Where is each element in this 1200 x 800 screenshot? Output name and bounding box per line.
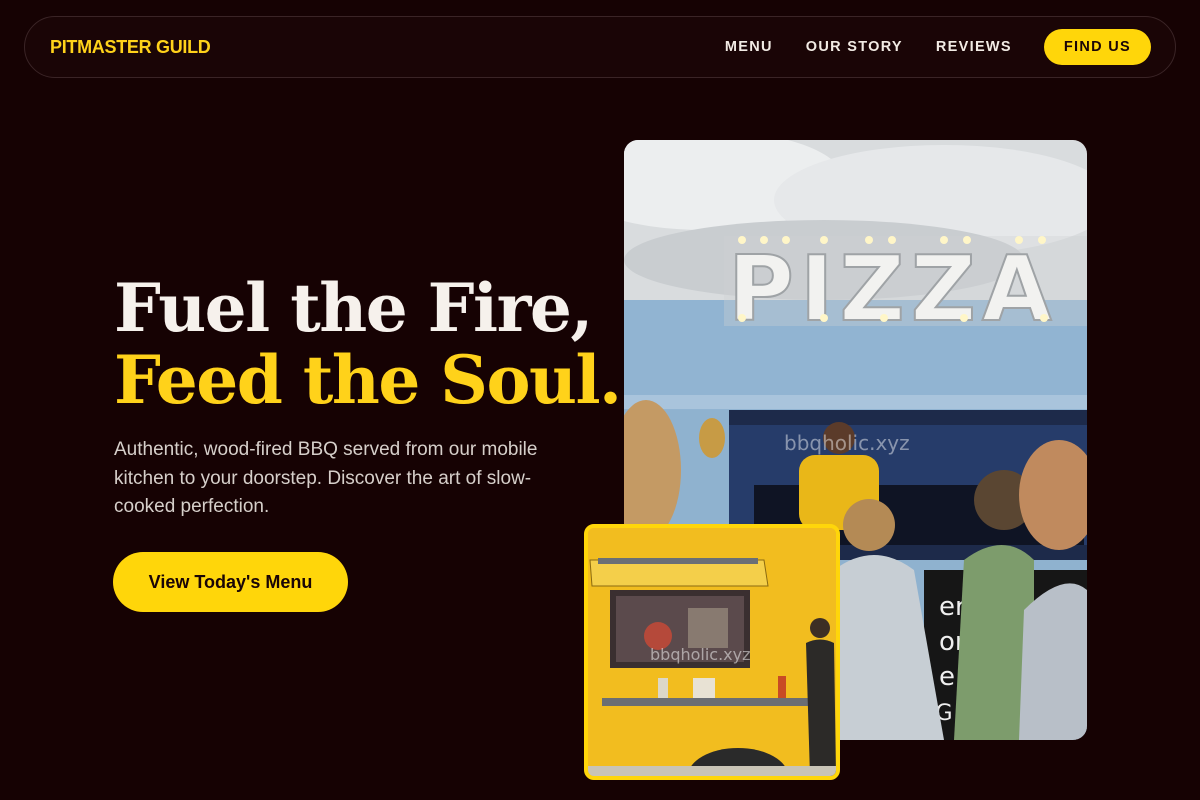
hero-title: Fuel the Fire, Feed the Soul.	[114, 269, 622, 419]
yellow-truck-photo: bbqholic.xyz	[584, 524, 840, 780]
logo[interactable]: PITMASTER GUILD	[50, 37, 211, 58]
nav-link-reviews[interactable]: REVIEWS	[936, 39, 1012, 55]
nav-link-menu[interactable]: MENU	[725, 39, 773, 55]
sign-text: PIZZA	[728, 237, 1058, 342]
view-menu-button[interactable]: View Today's Menu	[113, 552, 348, 612]
hero-description: Authentic, wood-fired BBQ served from ou…	[114, 439, 538, 517]
nav-links: MENU OUR STORY REVIEWS FIND US	[725, 29, 1151, 65]
hero-title-line-2: Feed the Soul.	[114, 341, 622, 419]
top-nav: PITMASTER GUILD MENU OUR STORY REVIEWS F…	[24, 16, 1176, 78]
small-photo-watermark: bbqholic.xyz	[650, 645, 751, 664]
main-photo-watermark: bbqholic.xyz	[784, 431, 910, 455]
find-us-button[interactable]: FIND US	[1043, 29, 1151, 65]
hero-title-line-1: Fuel the Fire,	[114, 269, 593, 347]
nav-link-our-story[interactable]: OUR STORY	[806, 39, 903, 55]
